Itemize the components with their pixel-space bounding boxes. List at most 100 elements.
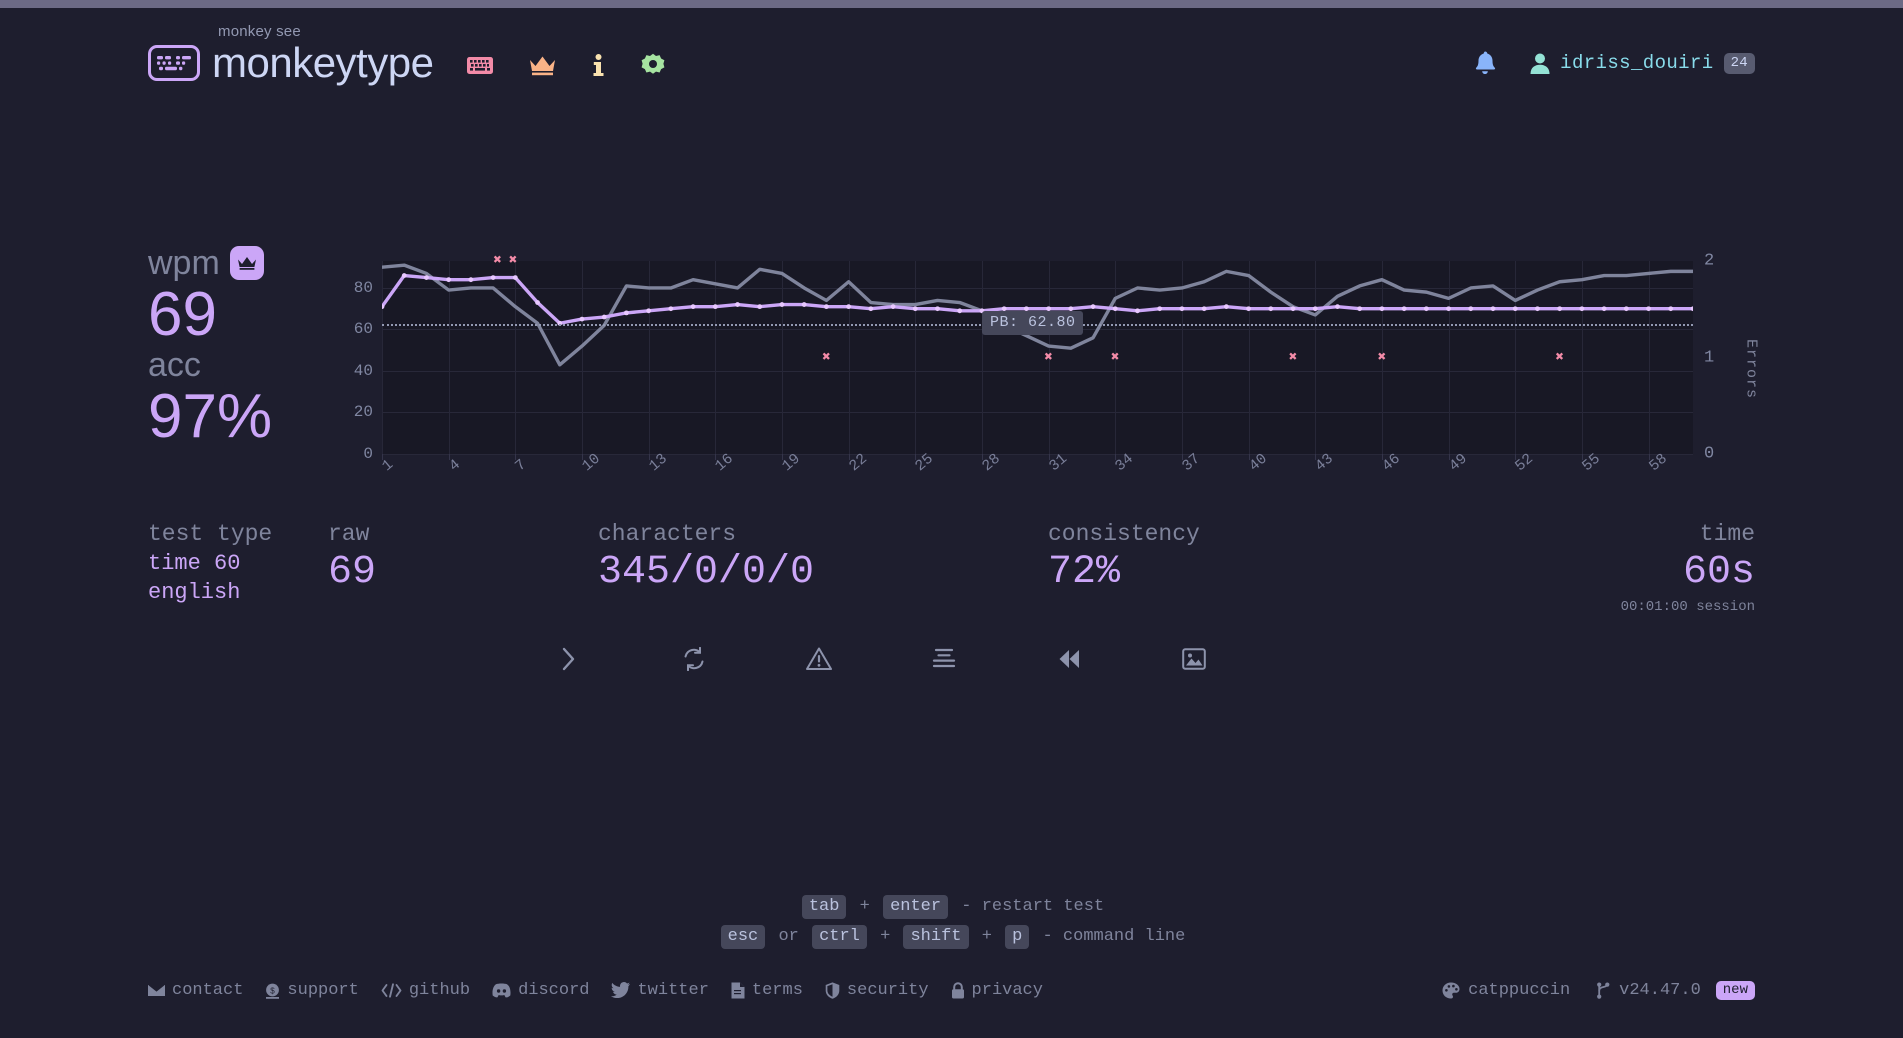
keyboard-icon[interactable] <box>467 56 494 75</box>
discord-link[interactable]: discord <box>492 981 589 1000</box>
toggle-burst-button[interactable] <box>882 638 1007 680</box>
hint-or: or <box>778 927 799 946</box>
shield-icon <box>825 981 840 999</box>
stat-label: consistency <box>1048 521 1200 547</box>
chart-point <box>1446 306 1451 312</box>
chart-point <box>1223 304 1229 310</box>
chart-y2-tick: 0 <box>1704 444 1715 464</box>
chart-point <box>1512 306 1518 312</box>
chart-error-marker: ✖ <box>822 349 831 366</box>
avatar-icon <box>1530 53 1550 74</box>
wpm-value: 69 <box>148 279 217 349</box>
repeat-test-button[interactable] <box>632 638 757 680</box>
code-icon <box>381 982 402 998</box>
stat-value: 60s <box>1682 549 1755 595</box>
chart-error-marker: ✖ <box>1111 349 1120 366</box>
hint-line-2: esc or ctrl + shift + p - command line <box>0 922 1903 952</box>
link-label: privacy <box>971 980 1043 1000</box>
chart-point <box>1401 306 1407 312</box>
chart-point <box>1135 308 1140 314</box>
stat-label: test type <box>148 521 273 547</box>
chart-error-marker: ✖ <box>1377 349 1387 366</box>
link-label: terms <box>751 980 803 1000</box>
chart-point <box>1668 306 1674 312</box>
site-footer: contact $ support github discord twitter… <box>0 975 1903 1005</box>
chart-x-tick: 4 <box>445 456 464 476</box>
chart-point <box>935 306 940 312</box>
chart-point <box>801 302 807 307</box>
privacy-link[interactable]: privacy <box>951 981 1043 1000</box>
chart-error-marker: ✖ <box>493 253 502 269</box>
acc-value: 97% <box>148 381 273 451</box>
chart-y-tick: 40 <box>353 361 373 380</box>
window-top-bar <box>0 0 1903 8</box>
terms-link[interactable]: terms <box>731 981 803 1000</box>
hint-text: - restart test <box>961 897 1105 916</box>
crown-icon[interactable] <box>529 55 556 76</box>
chart-x-tick: 7 <box>512 456 531 476</box>
chart-point <box>957 308 963 314</box>
support-link[interactable]: $ support <box>265 980 359 1000</box>
save-screenshot-button[interactable] <box>1132 638 1257 680</box>
chart-point <box>1601 306 1607 312</box>
account-menu[interactable]: idriss_douiri 24 <box>1530 52 1755 74</box>
chart-point <box>912 306 918 312</box>
coin-icon: $ <box>265 982 280 999</box>
chart-point <box>757 304 763 310</box>
theme-selector[interactable]: catppuccin <box>1442 981 1570 1000</box>
chart-series-svg <box>382 263 1693 367</box>
chart-point <box>424 275 429 281</box>
link-label: support <box>287 980 359 1000</box>
chart-point <box>690 304 696 310</box>
chart-point <box>1312 306 1318 312</box>
twitter-link[interactable]: twitter <box>611 980 709 1000</box>
chart-point <box>712 304 718 310</box>
version-info[interactable]: v24.47.0 new <box>1596 980 1755 1000</box>
primary-stats: wpm 69 acc 97% <box>148 245 328 449</box>
personal-best-tooltip: PB: 62.80 <box>981 310 1084 335</box>
next-test-button[interactable] <box>507 638 632 680</box>
chart-point <box>601 314 607 320</box>
theme-label: catppuccin <box>1468 980 1571 1000</box>
notifications-bell-icon[interactable] <box>1474 51 1496 75</box>
logo-tagline: monkey see <box>218 23 301 40</box>
personal-best-crown-icon[interactable] <box>229 246 264 281</box>
contact-link[interactable]: contact <box>148 981 243 1000</box>
stat-consistency: consistency 72% <box>1048 520 1448 615</box>
chart-point <box>1490 306 1496 312</box>
stat-value: time 60 <box>148 550 241 576</box>
chart-y-tick: 60 <box>353 320 373 339</box>
chart-error-marker: ✖ <box>1044 349 1053 366</box>
gear-icon[interactable] <box>641 53 665 77</box>
footer-right: catppuccin v24.47.0 new <box>1442 980 1755 1000</box>
github-link[interactable]: github <box>381 981 470 1000</box>
new-version-badge: new <box>1715 980 1755 1000</box>
practice-words-button[interactable] <box>757 638 882 680</box>
chart-point <box>1246 306 1251 312</box>
result-actions <box>0 638 1903 680</box>
chart-point <box>1268 306 1274 312</box>
envelope-icon <box>148 983 165 997</box>
chart-point <box>890 304 896 310</box>
chart-point <box>535 300 540 305</box>
chart-point <box>779 302 785 307</box>
result-chart[interactable]: Words per Minute Errors 0204060800121471… <box>328 251 1760 486</box>
acc-label: acc <box>148 345 201 384</box>
chart-point <box>646 308 652 314</box>
info-icon[interactable] <box>592 54 605 76</box>
hint-plus-1: + <box>880 927 891 946</box>
chart-point <box>1557 306 1563 312</box>
logo-wordmark: monkeytype <box>212 39 434 86</box>
twitter-icon <box>611 982 631 998</box>
chart-point <box>512 275 518 281</box>
chart-point <box>1579 306 1585 312</box>
link-label: security <box>846 980 929 1000</box>
replay-button[interactable] <box>1007 638 1132 680</box>
hint-plus: + <box>859 897 870 916</box>
security-link[interactable]: security <box>825 981 929 1000</box>
stat-test-type: test type time 60 english <box>148 520 328 615</box>
chart-point <box>868 306 874 312</box>
logo[interactable]: monkey see monkeytype <box>148 23 434 86</box>
link-label: twitter <box>637 980 709 1000</box>
chart-point <box>1179 306 1185 312</box>
